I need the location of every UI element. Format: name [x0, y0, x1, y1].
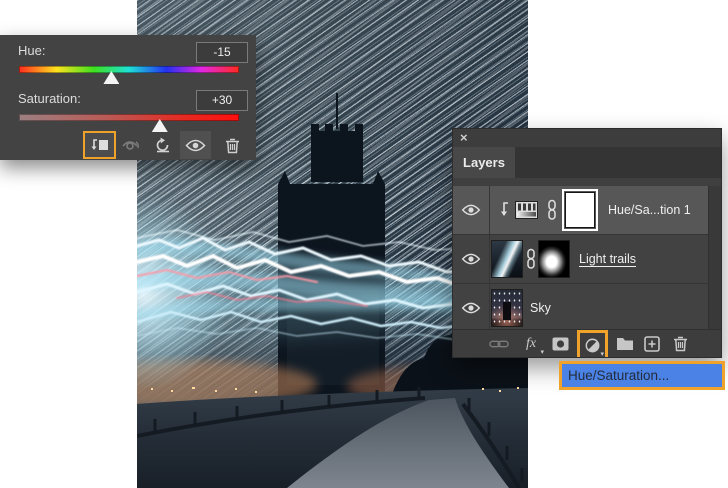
reset-icon: [156, 137, 169, 153]
properties-footer: [0, 131, 256, 160]
layers-panel: × Layers Hue/Sa...tion 1 Light trails Sk…: [452, 128, 722, 358]
layer-name[interactable]: Light trails: [579, 235, 636, 283]
new-group-button[interactable]: [614, 330, 636, 357]
visibility-cell[interactable]: [453, 284, 490, 332]
chevron-down-icon: ▾: [540, 349, 544, 356]
mask-link-icon[interactable]: [526, 248, 536, 270]
new-adjustment-layer-button[interactable]: ▾: [577, 330, 608, 358]
layer-name[interactable]: Sky: [530, 284, 551, 332]
chevron-down-icon: ▾: [600, 351, 604, 358]
link-layers-button[interactable]: [489, 330, 509, 357]
new-layer-button[interactable]: [642, 330, 662, 357]
layers-tabstrip: Layers: [453, 147, 721, 178]
fx-icon: fx: [525, 335, 537, 351]
layer-thumbnail[interactable]: [491, 289, 523, 327]
add-layer-mask-button[interactable]: [550, 330, 570, 357]
folder-icon: [617, 338, 633, 350]
layer-mask-thumbnail-selected[interactable]: [562, 189, 598, 231]
clipping-mask-arrow-icon: [501, 202, 508, 216]
scrollbar-gutter[interactable]: [708, 186, 721, 330]
layer-thumbnail[interactable]: [491, 240, 523, 278]
photoshop-workspace: { "properties_panel": { "hue": {"label":…: [0, 0, 728, 488]
clip-to-layer-button[interactable]: [83, 131, 116, 159]
trash-icon: [673, 336, 687, 352]
layer-row-sky[interactable]: Sky: [453, 284, 709, 333]
eye-icon: [461, 253, 481, 265]
previous-state-eye-icon: [122, 140, 139, 150]
layers-list: Hue/Sa...tion 1 Light trails Sky: [453, 186, 709, 333]
properties-panel: Hue: -15 Saturation: +30: [0, 35, 256, 160]
layer-mask-thumbnail[interactable]: [538, 240, 570, 278]
adjustment-layer-thumbnail[interactable]: [515, 201, 538, 219]
eye-icon: [461, 204, 481, 216]
hue-value-input[interactable]: -15: [196, 42, 248, 63]
hue-label: Hue:: [18, 43, 46, 58]
adjustment-layer-icon: [585, 338, 600, 352]
layers-toolbar: fx ▾ ▾: [453, 329, 721, 358]
layer-style-button[interactable]: fx ▾: [520, 330, 544, 357]
toggle-visibility-button[interactable]: [180, 131, 211, 159]
new-layer-icon: [644, 335, 660, 352]
hue-slider-track[interactable]: [19, 66, 239, 73]
delete-adjustment-button[interactable]: [219, 131, 245, 159]
layer-name[interactable]: Hue/Sa...tion 1: [608, 186, 691, 234]
tab-layers[interactable]: Layers: [453, 147, 515, 178]
view-previous-state-button[interactable]: [119, 131, 143, 159]
trash-icon: [225, 138, 239, 153]
saturation-slider-track[interactable]: [19, 114, 239, 121]
reset-adjustment-button[interactable]: [151, 131, 175, 159]
mask-link-icon[interactable]: [547, 199, 557, 221]
clip-to-layer-icon: [91, 139, 108, 150]
eye-icon: [461, 302, 481, 314]
eye-icon: [185, 139, 206, 151]
saturation-value-input[interactable]: +30: [196, 90, 248, 111]
thumbnail-tower-silhouette: [503, 302, 511, 320]
visibility-cell[interactable]: [453, 186, 490, 234]
visibility-cell[interactable]: [453, 235, 490, 283]
delete-layer-button[interactable]: [669, 330, 691, 357]
layers-panel-header: ×: [453, 129, 721, 147]
layer-row-light-trails[interactable]: Light trails: [453, 235, 709, 284]
layer-row-hue-saturation[interactable]: Hue/Sa...tion 1: [453, 186, 709, 235]
menu-item-hue-saturation[interactable]: Hue/Saturation...: [559, 361, 725, 390]
close-icon[interactable]: ×: [460, 130, 468, 146]
add-mask-icon: [552, 337, 568, 350]
saturation-label: Saturation:: [18, 91, 81, 106]
link-icon: [489, 340, 509, 347]
